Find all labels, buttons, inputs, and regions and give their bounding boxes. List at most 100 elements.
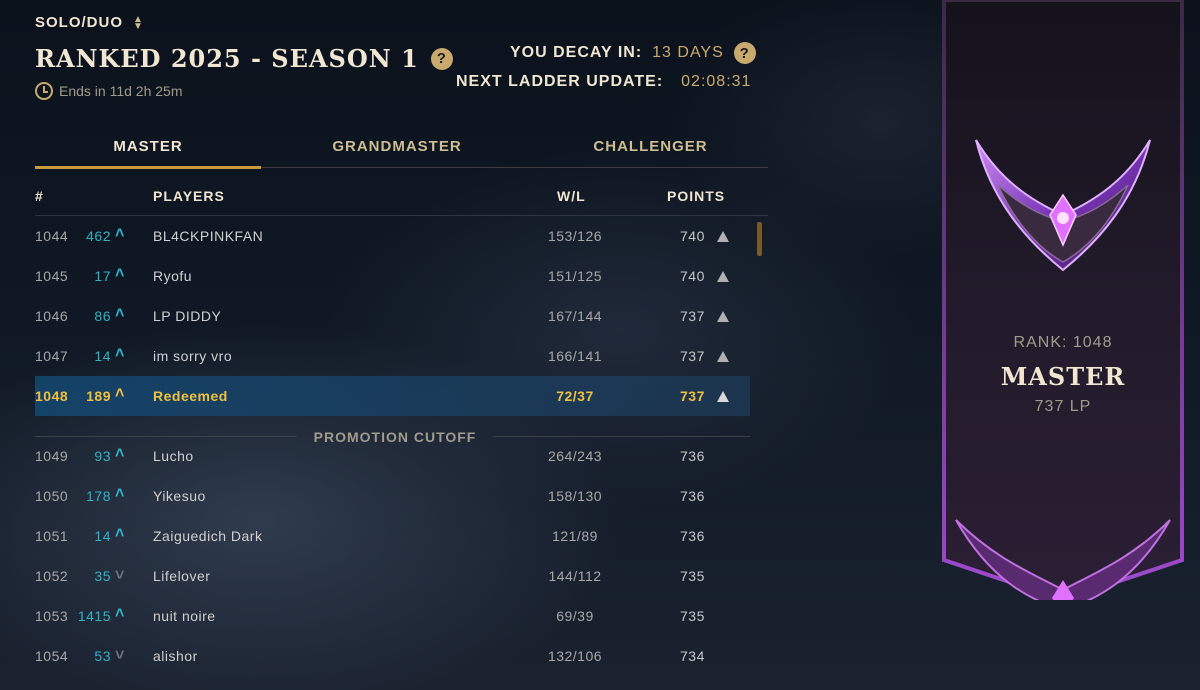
triangle-up-icon: [717, 271, 729, 282]
triangle-up-icon: [717, 311, 729, 322]
table-row[interactable]: 1050 178 Yikesuo 158/130 736 ˄: [35, 476, 750, 516]
col-rank: #: [35, 188, 44, 204]
season-title-row: RANKED 2025 - SEASON 1 ?: [35, 44, 453, 73]
row-rank: 1050: [35, 488, 69, 504]
row-player-name: alishor: [153, 648, 198, 664]
row-rank-change: 53: [94, 648, 111, 664]
table-row-self[interactable]: 1048 189 Redeemed 72/37 737 ˄: [35, 376, 750, 416]
triangle-up-icon: [717, 231, 729, 242]
row-win-loss: 166/141: [547, 348, 603, 364]
row-rank: 1052: [35, 568, 69, 584]
season-title: RANKED 2025 - SEASON 1: [35, 44, 419, 73]
row-rank-change: 462: [86, 228, 111, 244]
row-rank-change: 14: [94, 528, 111, 544]
triangle-up-icon: [717, 351, 729, 362]
question-icon[interactable]: ?: [733, 42, 756, 64]
row-rank: 1047: [35, 348, 69, 364]
row-rank: 1053: [35, 608, 69, 624]
clock-icon: [35, 82, 53, 100]
row-win-loss: 158/130: [547, 488, 603, 504]
row-win-loss: 151/125: [547, 268, 603, 284]
tier-tabs: MASTER GRANDMASTER CHALLENGER: [35, 134, 768, 169]
row-player-name: nuit noire: [153, 608, 216, 624]
cutoff-line-right: [493, 436, 750, 437]
chevron-up-down-icon: ▲ ▼: [133, 13, 144, 32]
table-row[interactable]: 1051 14 Zaiguedich Dark 121/89 736 ˄: [35, 516, 750, 556]
banner-tier: MASTER: [1000, 362, 1126, 391]
cutoff-line-left: [35, 436, 297, 437]
row-rank-change: 93: [94, 448, 111, 464]
row-points: 740: [680, 228, 705, 244]
triangle-up-icon: [717, 391, 729, 402]
table-row[interactable]: 1053 1415 nuit noire 69/39 735 ˄: [35, 596, 750, 636]
row-rank-change: 86: [94, 308, 111, 324]
row-win-loss: 153/126: [547, 228, 603, 244]
col-wl: W/L: [557, 188, 586, 204]
queue-selector[interactable]: SOLO/DUO ▲ ▼: [35, 14, 144, 31]
row-player-name: BL4CKPINKFAN: [153, 228, 264, 244]
ladder-update-info: NEXT LADDER UPDATE: 02:08:31: [456, 73, 751, 91]
row-points: 737: [680, 348, 705, 364]
row-win-loss: 121/89: [552, 528, 598, 544]
row-win-loss: 132/106: [547, 648, 603, 664]
row-win-loss: 167/144: [547, 308, 603, 324]
banner-rank: RANK: 1048: [1013, 334, 1113, 351]
row-rank: 1045: [35, 268, 69, 284]
table-row[interactable]: 1047 14 im sorry vro 166/141 737 ˄: [35, 336, 750, 376]
row-win-loss: 72/37: [556, 388, 594, 404]
chevron-down-icon: ˅: [115, 647, 125, 664]
row-points: 736: [680, 528, 705, 544]
tab-challenger[interactable]: CHALLENGER: [533, 134, 768, 167]
chevron-up-icon: ˄: [115, 605, 125, 622]
tab-master[interactable]: MASTER: [35, 134, 261, 169]
row-rank-change: 17: [94, 268, 111, 284]
chevron-up-icon: ˄: [115, 445, 125, 462]
row-rank: 1044: [35, 228, 69, 244]
table-row[interactable]: 1054 53 alishor 132/106 734 ˅: [35, 636, 750, 676]
banner-lp: 737 LP: [1034, 398, 1092, 415]
chevron-up-icon: ˄: [115, 345, 125, 362]
row-rank-change: 189: [86, 388, 111, 404]
decay-info: YOU DECAY IN: 13 DAYS ?: [510, 42, 756, 64]
row-rank-change: 35: [94, 568, 111, 584]
row-rank: 1054: [35, 648, 69, 664]
chevron-up-icon: ˄: [115, 485, 125, 502]
row-win-loss: 69/39: [556, 608, 594, 624]
table-header: # PLAYERS W/L POINTS: [35, 180, 768, 216]
question-icon[interactable]: ?: [430, 47, 453, 70]
row-points: 734: [680, 648, 705, 664]
col-players: PLAYERS: [153, 188, 225, 204]
ladder-label: NEXT LADDER UPDATE:: [456, 73, 664, 90]
promotion-cutoff: PROMOTION CUTOFF: [35, 426, 750, 446]
table-row[interactable]: 1044 462 BL4CKPINKFAN 153/126 740 ˄: [35, 216, 750, 256]
row-player-name: Redeemed: [153, 388, 228, 404]
row-rank-change: 14: [94, 348, 111, 364]
row-points: 737: [680, 388, 705, 404]
chevron-up-icon: ˄: [115, 525, 125, 542]
chevron-down-icon: ˅: [115, 567, 125, 584]
chevron-up-icon: ˄: [115, 265, 125, 282]
row-rank: 1048: [35, 388, 69, 404]
table-row[interactable]: 1046 86 LP DIDDY 167/144 737 ˄: [35, 296, 750, 336]
row-player-name: im sorry vro: [153, 348, 233, 364]
scrollbar-thumb[interactable]: [757, 222, 762, 256]
queue-label: SOLO/DUO: [35, 14, 124, 31]
rank-banner: [942, 0, 1184, 600]
row-player-name: Ryofu: [153, 268, 193, 284]
chevron-up-icon: ˄: [115, 225, 125, 242]
row-rank: 1049: [35, 448, 69, 464]
row-player-name: LP DIDDY: [153, 308, 222, 324]
decay-value: 13 DAYS: [652, 44, 724, 61]
row-player-name: Zaiguedich Dark: [153, 528, 263, 544]
row-win-loss: 264/243: [547, 448, 603, 464]
decay-label: YOU DECAY IN:: [510, 44, 643, 61]
tab-grandmaster[interactable]: GRANDMASTER: [261, 134, 533, 167]
row-player-name: Lifelover: [153, 568, 211, 584]
table-row[interactable]: 1045 17 Ryofu 151/125 740 ˄: [35, 256, 750, 296]
row-rank: 1051: [35, 528, 69, 544]
chevron-up-icon: ˄: [115, 385, 125, 402]
row-points: 740: [680, 268, 705, 284]
table-row[interactable]: 1052 35 Lifelover 144/112 735 ˅: [35, 556, 750, 596]
row-win-loss: 144/112: [548, 568, 602, 584]
row-player-name: Lucho: [153, 448, 194, 464]
